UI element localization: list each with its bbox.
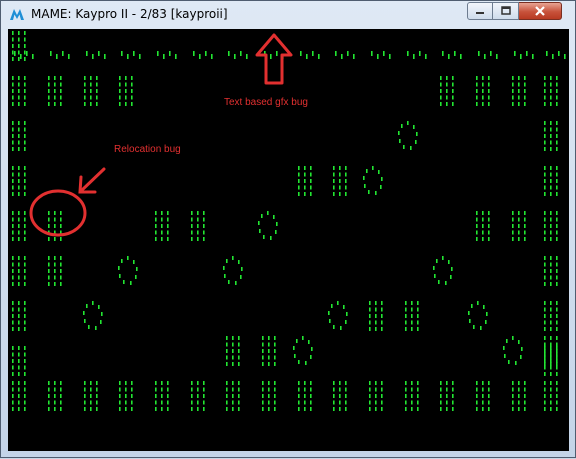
mame-window: MAME: Kaypro II - 2/83 [kayproii] Text b… <box>0 0 576 458</box>
relocation-bug-label: Relocation bug <box>114 144 181 155</box>
up-arrow-icon <box>255 33 293 85</box>
bug-highlight-circle <box>29 189 87 237</box>
annotation-layer <box>29 33 293 237</box>
diagonal-arrow-icon <box>78 167 106 194</box>
gfx-bug-label: Text based gfx bug <box>224 97 308 108</box>
